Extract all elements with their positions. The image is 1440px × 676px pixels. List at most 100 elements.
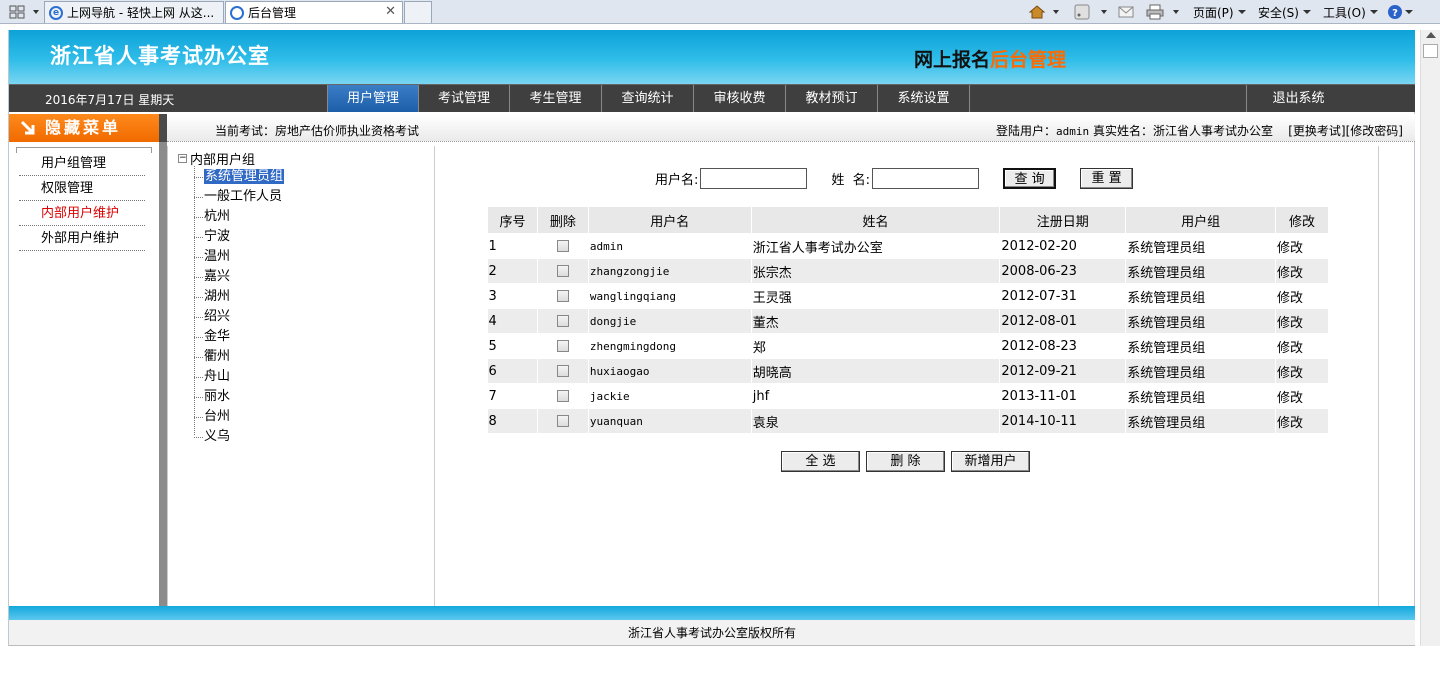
- edit-link[interactable]: 修改: [1275, 383, 1329, 409]
- table-actions: 全 选 删 除 新增用户: [781, 451, 1030, 473]
- delete-checkbox[interactable]: [557, 315, 570, 327]
- info-bar: 当前考试：房地产估价师执业资格考试 登陆用户：admin 真实姓名：浙江省人事考…: [167, 114, 1415, 142]
- tree-item-jinhua[interactable]: 金华: [194, 328, 230, 346]
- nav-system-settings[interactable]: 系统设置: [877, 85, 970, 112]
- arrow-down-right-icon: [20, 120, 35, 135]
- edit-link[interactable]: 修改: [1275, 408, 1329, 434]
- tree-item-zhoushan[interactable]: 舟山: [194, 368, 230, 386]
- cell-name: 郑: [751, 333, 1001, 359]
- delete-checkbox[interactable]: [557, 390, 570, 402]
- tree-item-lishui[interactable]: 丽水: [194, 388, 230, 406]
- delete-button[interactable]: 删 除: [866, 451, 945, 472]
- add-user-button[interactable]: 新增用户: [951, 451, 1030, 472]
- col-delete: 删除: [536, 206, 589, 234]
- nav-review-fees[interactable]: 审核收费: [693, 85, 785, 112]
- tree-item-hangzhou[interactable]: 杭州: [194, 208, 230, 226]
- tree-item-staff[interactable]: 一般工作人员: [194, 188, 282, 206]
- nav-textbook-order[interactable]: 教材预订: [785, 85, 877, 112]
- cell-date: 2014-10-11: [999, 408, 1127, 434]
- cell-no: 2: [487, 258, 538, 284]
- tree-item-huzhou[interactable]: 湖州: [194, 288, 230, 306]
- select-all-button[interactable]: 全 选: [781, 451, 860, 472]
- menu-item-internal-users[interactable]: 内部用户维护: [19, 202, 145, 226]
- delete-checkbox[interactable]: [557, 365, 570, 377]
- close-icon[interactable]: ✕: [385, 4, 396, 19]
- change-exam-link[interactable]: [更换考试]: [1288, 124, 1345, 138]
- rss-icon[interactable]: [1074, 2, 1090, 22]
- cell-group: 系统管理员组: [1125, 358, 1277, 384]
- col-date: 注册日期: [999, 206, 1127, 234]
- collapse-icon[interactable]: −: [178, 154, 187, 163]
- cell-delete: [537, 283, 589, 309]
- help-icon[interactable]: ?: [1387, 2, 1413, 22]
- delete-checkbox[interactable]: [557, 340, 570, 352]
- tools-menu[interactable]: 工具(O): [1323, 2, 1379, 22]
- cell-no: 7: [487, 383, 538, 409]
- user-table: 序号 删除 用户名 姓名 注册日期 用户组 修改 1 admin 浙江省人事考试…: [487, 206, 1329, 434]
- nav-candidate-management[interactable]: 考生管理: [509, 85, 601, 112]
- menu-item-permissions[interactable]: 权限管理: [19, 177, 145, 201]
- vertical-scrollbar[interactable]: [1420, 30, 1440, 646]
- username-input[interactable]: [700, 167, 808, 189]
- tree-root[interactable]: − 内部用户组: [178, 149, 255, 168]
- col-group: 用户组: [1125, 206, 1277, 234]
- delete-checkbox[interactable]: [557, 415, 570, 427]
- chevron-down-icon[interactable]: [1172, 2, 1180, 22]
- user-group-tree: − 内部用户组 系统管理员组 一般工作人员 杭州 宁波 温州 嘉兴 湖州 绍兴 …: [167, 146, 435, 606]
- cell-name: 胡晓高: [751, 358, 1001, 384]
- tree-item-ningbo[interactable]: 宁波: [194, 228, 230, 246]
- mail-icon[interactable]: [1118, 2, 1134, 22]
- tree-item-shaoxing[interactable]: 绍兴: [194, 308, 230, 326]
- nav-query-statistics[interactable]: 查询统计: [601, 85, 693, 112]
- safety-menu[interactable]: 安全(S): [1258, 2, 1312, 22]
- tree-item-yiwu[interactable]: 义乌: [194, 428, 230, 446]
- chevron-down-icon[interactable]: [1052, 2, 1060, 22]
- delete-checkbox[interactable]: [557, 265, 570, 277]
- cell-date: 2008-06-23: [999, 258, 1127, 284]
- cell-date: 2012-02-20: [999, 233, 1127, 259]
- print-icon[interactable]: [1146, 2, 1164, 22]
- edit-link[interactable]: 修改: [1275, 333, 1329, 359]
- tab-grid-icon[interactable]: [8, 2, 26, 22]
- cell-username: admin: [588, 233, 752, 259]
- browser-tab-admin[interactable]: 后台管理 ✕: [225, 1, 403, 23]
- chevron-down-icon[interactable]: [32, 2, 40, 22]
- cell-date: 2012-08-01: [999, 308, 1127, 334]
- left-menu: 用户组管理 权限管理 内部用户维护 外部用户维护: [9, 142, 159, 606]
- scroll-up-icon[interactable]: [1426, 32, 1436, 38]
- hide-menu-button[interactable]: 隐藏菜单: [9, 114, 159, 142]
- edit-link[interactable]: 修改: [1275, 233, 1329, 259]
- delete-checkbox[interactable]: [557, 290, 570, 302]
- delete-checkbox[interactable]: [557, 240, 570, 252]
- nav-user-management[interactable]: 用户管理: [327, 85, 418, 112]
- ie-icon: e: [49, 5, 63, 20]
- tree-item-jiaxing[interactable]: 嘉兴: [194, 268, 230, 286]
- edit-link[interactable]: 修改: [1275, 358, 1329, 384]
- query-button[interactable]: 查 询: [1003, 167, 1057, 189]
- menu-item-user-group[interactable]: 用户组管理: [19, 152, 145, 176]
- name-input[interactable]: [872, 167, 980, 189]
- tree-item-admin-group[interactable]: 系统管理员组: [194, 168, 285, 186]
- nav-exit[interactable]: 退出系统: [1246, 85, 1350, 112]
- reset-button[interactable]: 重 置: [1080, 167, 1134, 189]
- edit-link[interactable]: 修改: [1275, 308, 1329, 334]
- chevron-down-icon[interactable]: [1100, 2, 1108, 22]
- nav-exam-management[interactable]: 考试管理: [418, 85, 509, 112]
- page-menu[interactable]: 页面(P): [1193, 2, 1247, 22]
- home-icon[interactable]: [1028, 2, 1046, 22]
- tree-item-taizhou[interactable]: 台州: [194, 408, 230, 426]
- menu-splitter[interactable]: [159, 142, 167, 606]
- org-title: 浙江省人事考试办公室: [50, 44, 270, 68]
- tree-item-wenzhou[interactable]: 温州: [194, 248, 230, 266]
- edit-link[interactable]: 修改: [1275, 258, 1329, 284]
- browser-tab-nav[interactable]: e 上网导航 - 轻快上网 从这...: [44, 1, 224, 23]
- tree-item-quzhou[interactable]: 衢州: [194, 348, 230, 366]
- cell-date: 2012-09-21: [999, 358, 1127, 384]
- cell-delete: [537, 383, 589, 409]
- new-tab-button[interactable]: [404, 1, 432, 23]
- edit-link[interactable]: 修改: [1275, 283, 1329, 309]
- scroll-thumb[interactable]: [1423, 44, 1438, 58]
- menu-item-external-users[interactable]: 外部用户维护: [19, 227, 145, 251]
- change-password-link[interactable]: [修改密码]: [1346, 124, 1403, 138]
- page-frame: 浙江省人事考试办公室 网上报名后台管理 2016年7月17日 星期天 用户管理 …: [8, 30, 1415, 646]
